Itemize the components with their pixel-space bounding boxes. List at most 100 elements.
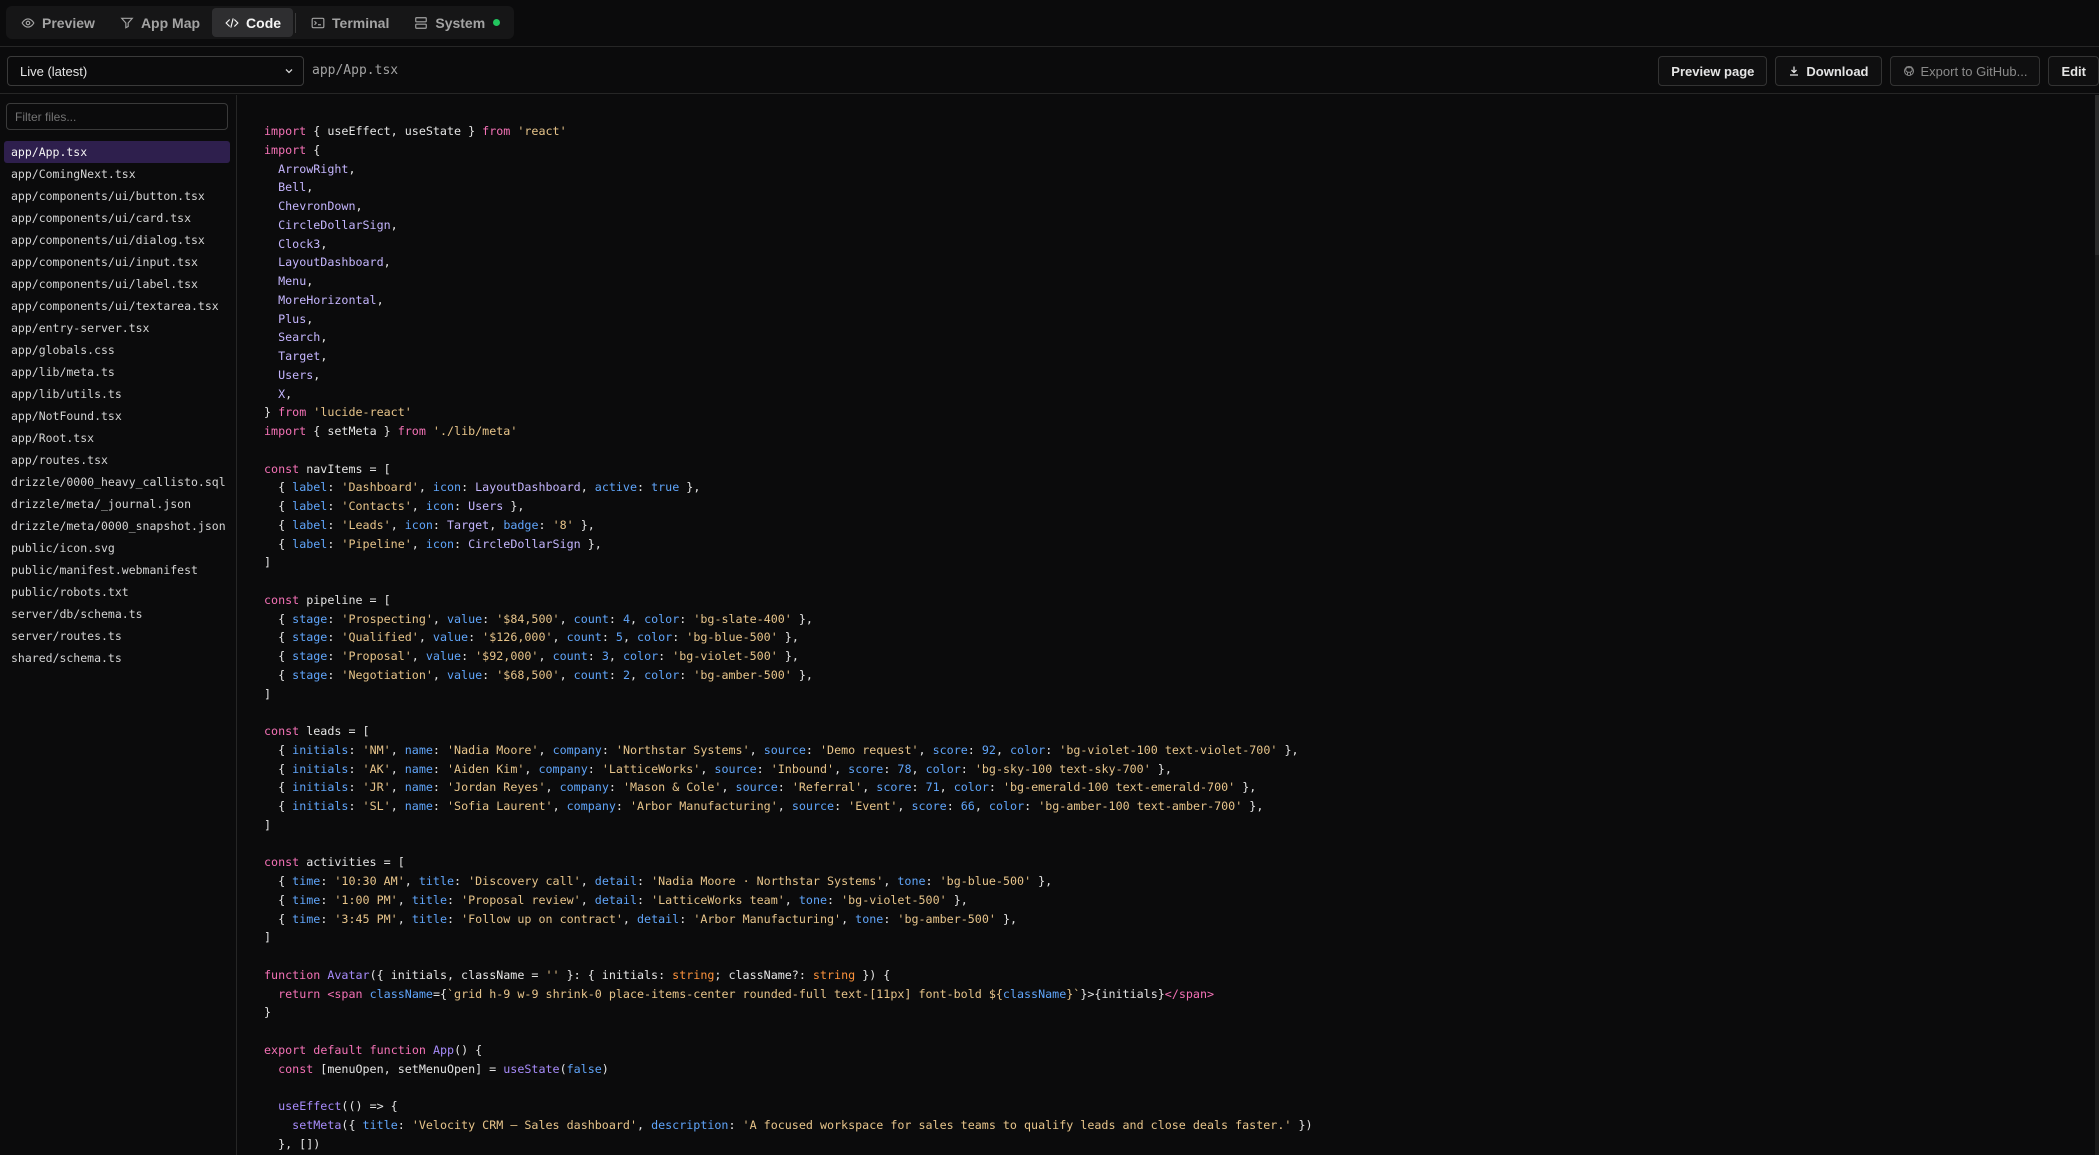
file-item[interactable]: public/robots.txt [4, 581, 230, 603]
filter-files-input[interactable] [6, 103, 228, 130]
code-line: const activities = [ [264, 855, 405, 869]
download-icon [1788, 65, 1800, 77]
code-token: , [418, 630, 433, 645]
download-button[interactable]: Download [1775, 56, 1882, 86]
code-token: 'bg-sky-100 text-sky-700' [974, 761, 1151, 776]
file-item[interactable]: app/components/ui/dialog.tsx [4, 229, 230, 251]
scrollbar-thumb[interactable] [2095, 95, 2099, 255]
code-token: }, [1242, 799, 1264, 813]
code-token: , [841, 911, 856, 926]
code-token: , [489, 517, 504, 532]
code-token: 'Referral' [791, 780, 863, 795]
file-item[interactable]: app/routes.tsx [4, 449, 230, 471]
file-item[interactable]: app/components/ui/label.tsx [4, 273, 230, 295]
tab-system[interactable]: System [401, 8, 512, 37]
code-token: 3 [601, 649, 609, 663]
preview-page-button[interactable]: Preview page [1658, 56, 1768, 86]
code-token: App [432, 1042, 455, 1057]
code-token: detail [594, 892, 638, 907]
code-token: useState [503, 1061, 560, 1076]
code-line: const leads = [ [264, 724, 370, 738]
code-token: ] [264, 555, 272, 570]
file-item[interactable]: app/lib/meta.ts [4, 361, 230, 383]
code-line: ] [264, 555, 271, 569]
code-token: , [974, 799, 989, 813]
code-token: 5 [615, 630, 623, 645]
code-line: const [menuOpen, setMenuOpen] = useState… [264, 1062, 609, 1076]
file-item[interactable]: app/components/ui/textarea.tsx [4, 295, 230, 317]
code-line: { initials: 'SL', name: 'Sofia Laurent',… [264, 799, 1263, 813]
tab-preview[interactable]: Preview [8, 8, 107, 37]
code-token: , [622, 911, 637, 926]
tab-code[interactable]: Code [212, 8, 294, 37]
file-item[interactable]: shared/schema.ts [4, 647, 230, 669]
code-token: label [292, 517, 328, 532]
file-item[interactable]: app/components/ui/button.tsx [4, 185, 230, 207]
code-line: Users, [264, 368, 320, 382]
code-token: , [285, 386, 293, 401]
filter-icon [119, 15, 135, 31]
code-line: { initials: 'JR', name: 'Jordan Reyes', … [264, 780, 1256, 794]
code-token: }, [1150, 761, 1172, 776]
file-item[interactable]: app/NotFound.tsx [4, 405, 230, 427]
file-item[interactable]: app/components/ui/input.tsx [4, 251, 230, 273]
code-token: (() => { [341, 1099, 398, 1113]
chevron-down-icon [283, 65, 295, 80]
code-token: [menuOpen, setMenuOpen] = [313, 1061, 504, 1076]
code-token: string [672, 967, 715, 982]
code-token: : [482, 667, 497, 682]
code-token: { [264, 649, 293, 663]
file-item[interactable]: app/App.tsx [4, 141, 230, 163]
code-token: 'Qualified' [341, 630, 419, 645]
code-token: : [637, 480, 652, 495]
code-token: : [988, 780, 1003, 795]
code-viewer[interactable]: import { useEffect, useState } from 'rea… [238, 95, 2096, 1155]
file-item[interactable]: app/components/ui/card.tsx [4, 207, 230, 229]
code-token: setMeta [292, 1117, 342, 1132]
file-item[interactable]: app/Root.tsx [4, 427, 230, 449]
code-token: { [264, 667, 293, 682]
code-token: stage [292, 611, 328, 626]
code-token: , [559, 667, 574, 682]
file-item[interactable]: drizzle/meta/_journal.json [4, 493, 230, 515]
code-line: ChevronDown, [264, 199, 363, 213]
code-token: 'react' [517, 124, 567, 138]
code-token: : [827, 892, 842, 907]
code-token: ({ [341, 1117, 363, 1132]
tab-app-map[interactable]: App Map [107, 8, 212, 37]
code-scrollbar[interactable] [2095, 95, 2099, 1155]
code-token: : [834, 799, 849, 813]
file-item[interactable]: public/icon.svg [4, 537, 230, 559]
edit-button[interactable]: Edit [2048, 56, 2099, 86]
code-token: : [348, 761, 363, 776]
code-token: 'Nadia Moore · Northstar Systems' [651, 874, 884, 888]
code-token: 'bg-slate-400' [693, 611, 792, 626]
code-line: { initials: 'AK', name: 'Aiden Kim', com… [264, 762, 1172, 776]
export-github-button[interactable]: Export to GitHub... [1889, 56, 2041, 86]
code-line: { label: 'Leads', icon: Target, badge: '… [264, 518, 595, 532]
file-item[interactable]: app/entry-server.tsx [4, 317, 230, 339]
code-token: , [355, 199, 363, 213]
file-item[interactable]: app/globals.css [4, 339, 230, 361]
tab-terminal[interactable]: Terminal [298, 8, 401, 37]
code-token: , [834, 761, 849, 776]
code-token: </span> [1164, 986, 1215, 1001]
file-item[interactable]: server/db/schema.ts [4, 603, 230, 625]
code-token: time [292, 911, 321, 926]
file-item[interactable]: drizzle/0000_heavy_callisto.sql [4, 471, 230, 493]
file-item[interactable]: app/ComingNext.tsx [4, 163, 230, 185]
code-token: stage [292, 667, 328, 682]
file-item[interactable]: public/manifest.webmanifest [4, 559, 230, 581]
code-token: color [637, 630, 673, 645]
file-item[interactable]: server/routes.ts [4, 625, 230, 647]
code-token: }, [580, 536, 602, 551]
file-item[interactable]: app/lib/utils.ts [4, 383, 230, 405]
code-token: : [587, 761, 602, 776]
code-token: icon [425, 499, 455, 513]
file-item[interactable]: drizzle/meta/0000_snapshot.json [4, 515, 230, 537]
version-select[interactable]: Live (latest) [7, 56, 304, 86]
